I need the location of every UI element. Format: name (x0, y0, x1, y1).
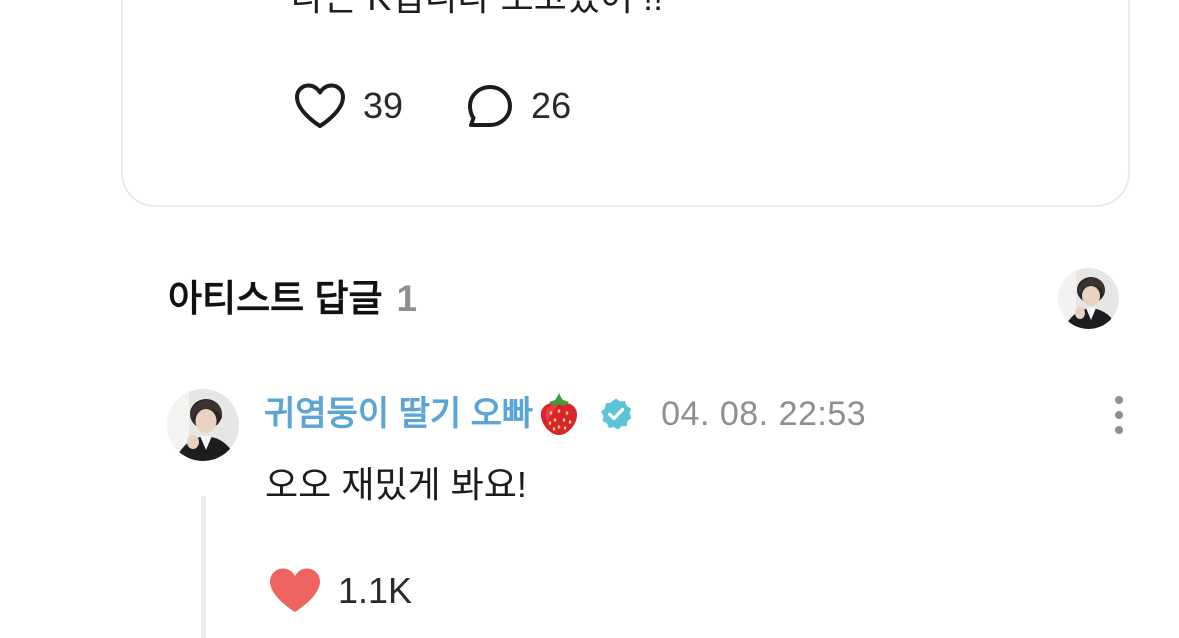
fan-post-screen: 나는 K입니다 보고있어 !! 39 26 아티스트 답글 1 (0, 0, 1179, 638)
reply-like-button[interactable]: 1.1K (268, 566, 412, 616)
reply-thread-line (201, 496, 206, 638)
more-dot (1115, 411, 1123, 419)
more-options-button[interactable] (1104, 394, 1134, 436)
reply-author-avatar[interactable] (167, 389, 239, 461)
heart-filled-icon (270, 568, 320, 612)
heart-outline-icon (295, 83, 345, 128)
post-actions: 39 26 (293, 80, 633, 132)
comment-bubble-icon (468, 85, 513, 127)
reply-timestamp: 04. 08. 22:53 (661, 395, 867, 433)
more-dot (1115, 426, 1123, 434)
reply-like-count: 1.1K (338, 570, 413, 611)
post-card[interactable]: 나는 K입니다 보고있어 !! 39 26 (121, 0, 1130, 207)
post-text: 나는 K입니다 보고있어 !! (291, 0, 663, 20)
post-comment-button[interactable]: 26 (465, 82, 571, 130)
strawberry-icon (541, 392, 578, 435)
post-like-count: 39 (363, 85, 404, 126)
reply-text: 오오 재밌게 봐요! (265, 464, 527, 505)
artist-avatar-small[interactable] (1058, 268, 1119, 329)
more-dot (1115, 396, 1123, 404)
artist-photo (1058, 268, 1119, 329)
artist-photo (167, 389, 239, 461)
post-like-button[interactable]: 39 (293, 82, 403, 130)
artist-replies-count: 1 (396, 278, 418, 319)
artist-replies-header: 아티스트 답글 1 (168, 276, 417, 322)
artist-replies-title: 아티스트 답글 (168, 278, 383, 319)
verified-badge-icon (601, 398, 632, 430)
reply-author-name[interactable]: 귀염둥이 딸기 오빠 (264, 392, 533, 436)
reply-header: 귀염둥이 딸기 오빠 04. 08. 22:53 (264, 390, 866, 438)
post-comment-count: 26 (531, 85, 572, 126)
